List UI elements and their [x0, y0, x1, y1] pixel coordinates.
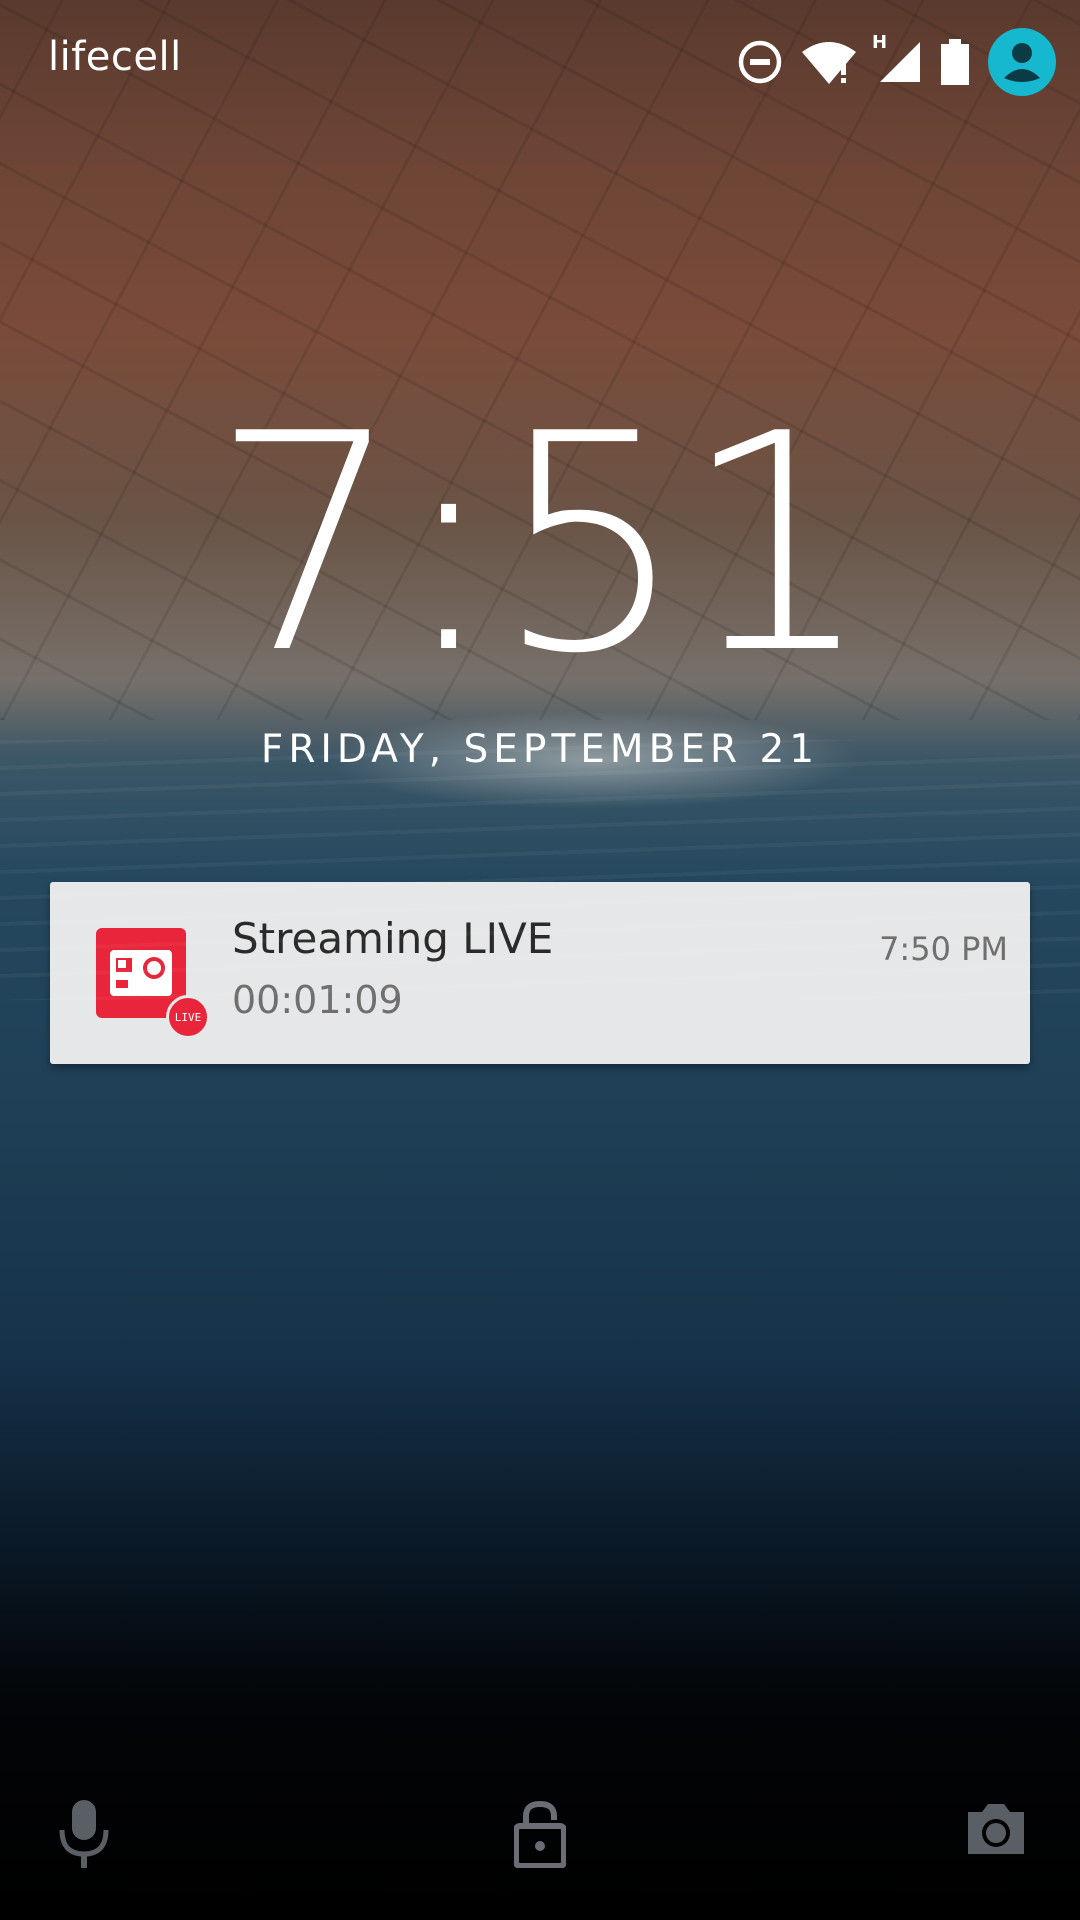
camera-icon[interactable]	[964, 1800, 1028, 1860]
carrier-label: lifecell	[48, 34, 182, 80]
cell-signal-h-icon: H	[872, 32, 922, 84]
do-not-disturb-icon	[738, 40, 782, 84]
wifi-alert-icon	[800, 40, 858, 84]
lockscreen-date: FRIDAY, SEPTEMBER 21	[260, 727, 820, 772]
notification-title: Streaming LIVE	[232, 914, 554, 963]
network-type-label: H	[872, 32, 888, 53]
lock-screen: lifecell H 7:51 FRIDAY, SEPTEMBER 21 LIV…	[0, 0, 1080, 1920]
user-avatar-icon[interactable]	[988, 28, 1056, 96]
lockscreen-clock: 7:51	[211, 370, 873, 719]
notification-card[interactable]: LIVE Streaming LIVE 00:01:09 7:50 PM	[50, 882, 1030, 1064]
microphone-icon[interactable]	[58, 1800, 110, 1874]
battery-icon	[940, 39, 970, 85]
lock-icon[interactable]	[513, 1800, 567, 1872]
notification-subtitle: 00:01:09	[232, 978, 403, 1022]
notification-time: 7:50 PM	[879, 930, 1008, 968]
status-icons: H	[738, 22, 1056, 102]
live-badge: LIVE	[166, 995, 210, 1039]
